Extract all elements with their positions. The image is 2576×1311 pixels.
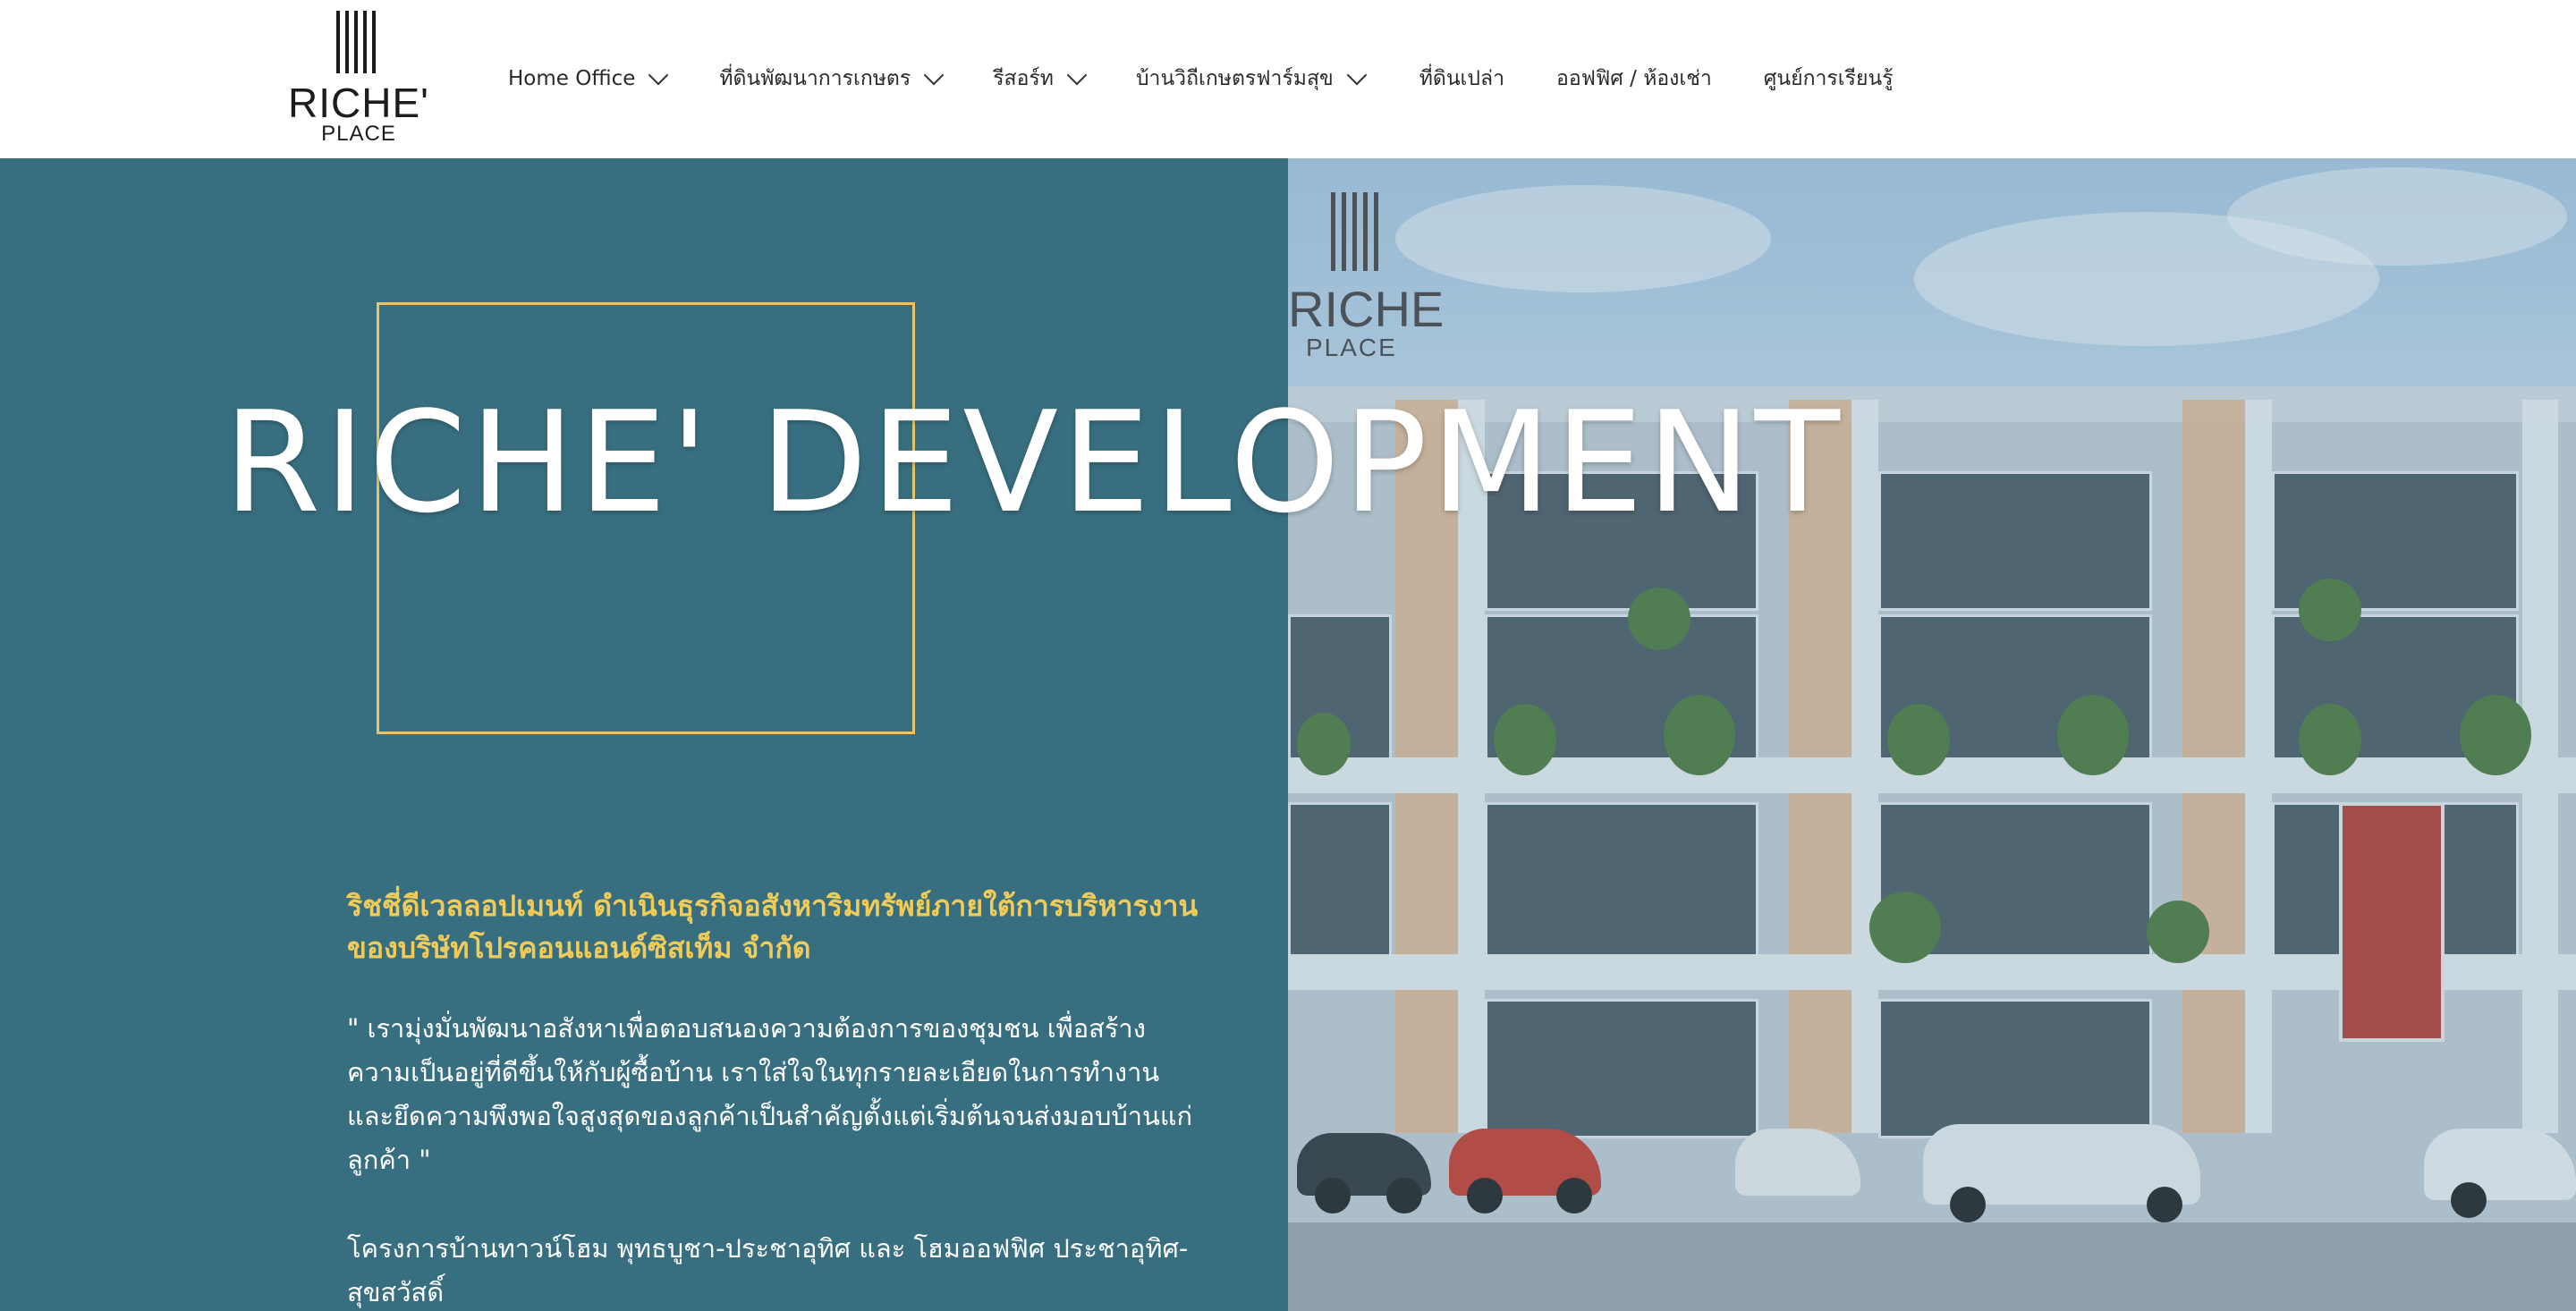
nav-item-agricultural-land[interactable]: ที่ดินพัฒนาการเกษตร [719, 59, 945, 98]
riche-place-logo[interactable]: RICHE' PLACE [283, 9, 435, 146]
projects-text: โครงการบ้านทาวน์โฮม พุทธบูชา-ประชาอุทิศ … [347, 1233, 1189, 1307]
nav-item-label: ศูนย์การเรียนรู้ [1763, 67, 1894, 90]
hero-title: RICHE' DEVELOPMENT [224, 381, 1844, 544]
image-logo: RICHE PLACE [1288, 192, 1458, 371]
chevron-down-icon [1346, 64, 1368, 86]
site-header: RICHE' PLACE Home Office ที่ดินพัฒนาการเ… [0, 0, 2576, 158]
nav-item-office-rental[interactable]: ออฟฟิศ / ห้องเช่า [1556, 59, 1712, 98]
nav-item-label: ที่ดินพัฒนาการเกษตร [719, 67, 911, 90]
mission-quote: " เรามุ่งมั่นพัฒนาอสังหาเพื่อตอบสนองความ… [347, 1013, 1193, 1175]
nav-item-home-office[interactable]: Home Office [508, 59, 669, 98]
image-logo-subtitle: PLACE [1306, 334, 1397, 361]
hero-building-image [1288, 158, 2576, 1311]
logo-bars-icon [1331, 192, 1385, 271]
nav-item-label: Home Office [508, 67, 636, 90]
nav-item-label: บ้านวิถีเกษตรฟาร์มสุข [1135, 67, 1334, 90]
chevron-down-icon [648, 64, 669, 86]
company-description: ริชชี่ดีเวลลอปเมนท์ ดำเนินธุรกิจอสังหาริ… [347, 889, 1199, 965]
logo-subtitle: PLACE [321, 122, 396, 146]
image-logo-wordmark: RICHE [1288, 281, 1445, 337]
nav-item-farm-homes[interactable]: บ้านวิถีเกษตรฟาร์มสุข [1135, 59, 1368, 98]
logo-bars-icon [336, 11, 381, 73]
chevron-down-icon [1066, 64, 1088, 86]
logo-wordmark: RICHE' [288, 80, 429, 126]
nav-item-label: ออฟฟิศ / ห้องเช่า [1556, 67, 1712, 90]
nav-item-label: รีสอร์ท [993, 67, 1054, 90]
chevron-down-icon [923, 64, 945, 86]
hero-section: RICHE PLACE RICHE' DEVELOPMENT ริชชี่ดีเ… [0, 158, 2576, 1311]
nav-item-resort[interactable]: รีสอร์ท [993, 59, 1088, 98]
nav-item-vacant-land[interactable]: ที่ดินเปล่า [1419, 59, 1504, 98]
main-nav: Home Office ที่ดินพัฒนาการเกษตร รีสอร์ท … [508, 59, 1894, 98]
nav-item-learning-center[interactable]: ศูนย์การเรียนรู้ [1764, 59, 1894, 98]
nav-item-label: ที่ดินเปล่า [1419, 67, 1505, 90]
